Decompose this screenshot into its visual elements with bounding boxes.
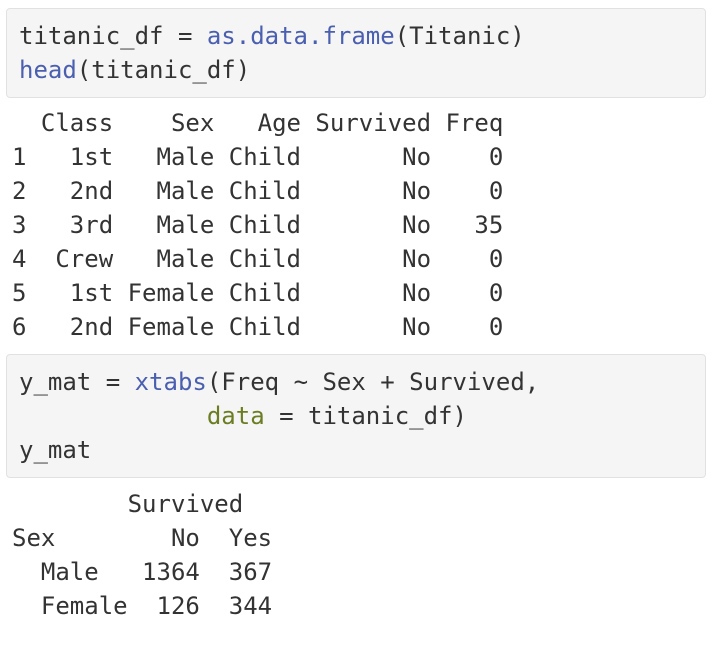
output-line: 1 1st Male Child No 0: [12, 143, 504, 171]
code-token-default: titanic_df: [19, 22, 178, 50]
code-token-default: [120, 368, 134, 396]
code-cell-titanic-df[interactable]: titanic_df = as.data.frame(Titanic) head(…: [6, 8, 706, 98]
code-token-arg: data: [206, 402, 265, 430]
output-head-titanic-df: Class Sex Age Survived Freq 1 1st Male Ch…: [12, 106, 503, 344]
code-token-op: =: [177, 22, 193, 50]
code-line: y_mat = xtabs(Freq ~ Sex + Survived,: [19, 365, 693, 399]
code-token-op: ~: [293, 368, 309, 396]
code-token-default: [192, 22, 206, 50]
code-token-op: =: [105, 368, 121, 396]
code-token-default: [265, 402, 279, 430]
output-line: Female 126 344: [12, 592, 273, 620]
code-line: data = titanic_df): [19, 399, 693, 433]
code-token-default: y_mat: [19, 368, 106, 396]
code-token-default: Survived,: [394, 368, 540, 396]
output-line: 2 2nd Male Child No 0: [12, 177, 504, 205]
code-token-op: =: [279, 402, 294, 430]
code-line: y_mat: [19, 433, 693, 467]
output-line: Class Sex Age Survived Freq: [12, 109, 504, 137]
code-token-default: (Titanic): [394, 22, 525, 50]
code-token-default: [19, 402, 207, 430]
code-token-default: (titanic_df): [76, 56, 251, 84]
output-line: Male 1364 367: [12, 558, 273, 586]
output-line: 5 1st Female Child No 0: [12, 279, 504, 307]
output-line: 4 Crew Male Child No 0: [12, 245, 504, 273]
code-token-op: +: [380, 368, 395, 396]
code-line: titanic_df = as.data.frame(Titanic): [19, 19, 693, 53]
code-token-func: as.data.frame: [206, 22, 395, 50]
code-cell-xtabs[interactable]: y_mat = xtabs(Freq ~ Sex + Survived, dat…: [6, 354, 706, 478]
output-line: 6 2nd Female Child No 0: [12, 313, 504, 341]
output-y-mat: Survived Sex No Yes Male 1364 367 Female …: [12, 488, 272, 624]
code-token-default: (Freq: [206, 368, 294, 396]
code-token-default: y_mat: [19, 436, 92, 464]
output-line: Sex No Yes: [12, 524, 273, 552]
code-line: head(titanic_df): [19, 53, 693, 87]
code-token-func: xtabs: [134, 368, 207, 396]
code-token-default: Sex: [308, 368, 381, 396]
output-line: Survived: [12, 490, 244, 518]
code-token-func: head: [19, 56, 77, 84]
code-token-default: titanic_df): [293, 402, 467, 430]
output-line: 3 3rd Male Child No 35: [12, 211, 504, 239]
